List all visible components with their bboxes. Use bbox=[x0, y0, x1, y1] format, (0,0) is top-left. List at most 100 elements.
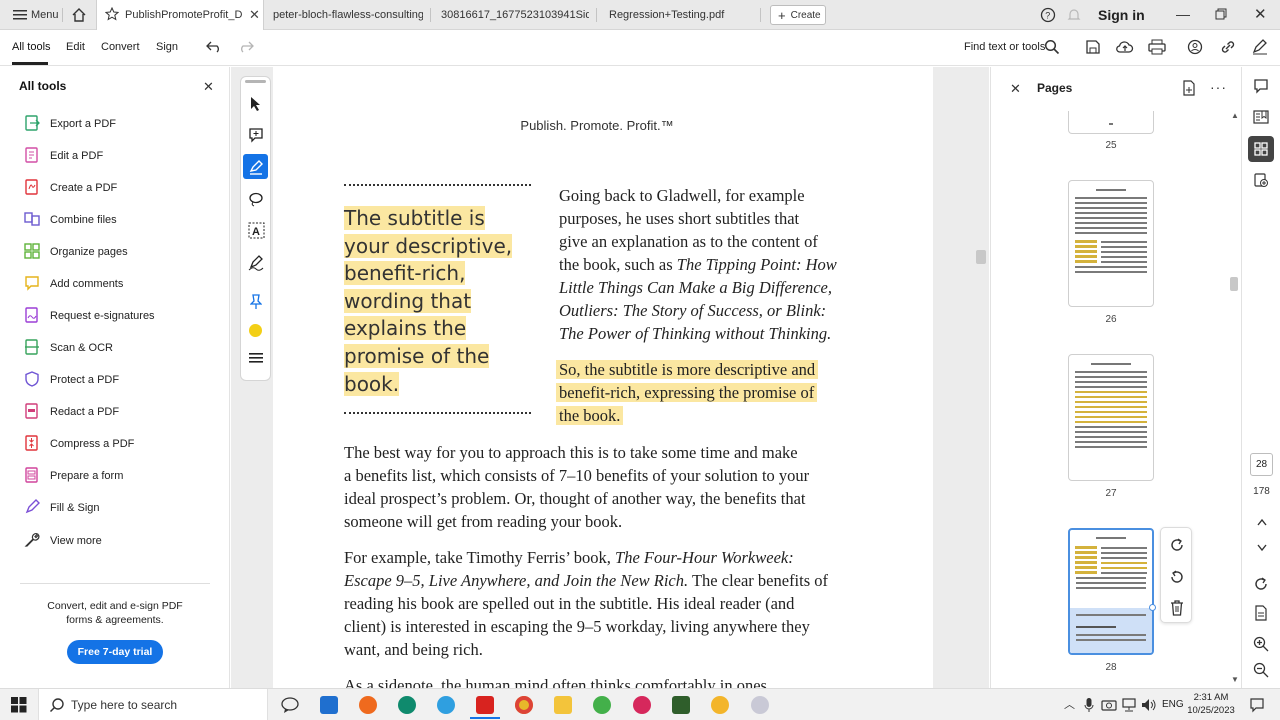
page-thumbnail-27[interactable] bbox=[1068, 354, 1154, 481]
show-hidden-icons-icon[interactable]: ︿ bbox=[1064, 696, 1075, 712]
scroll-down-arrow-icon[interactable]: ▼ bbox=[1231, 675, 1239, 684]
drag-handle[interactable] bbox=[245, 80, 266, 83]
menu-all-tools[interactable]: All tools bbox=[12, 41, 51, 53]
help-icon[interactable]: ? bbox=[1040, 7, 1056, 26]
close-pages-panel-icon[interactable]: ✕ bbox=[1010, 81, 1021, 97]
tab-document-active[interactable]: PublishPromoteProfit_D... ✕ bbox=[96, 0, 264, 30]
cortana-chat-icon[interactable] bbox=[281, 696, 299, 717]
tool-add-comments[interactable]: Add comments bbox=[24, 275, 123, 293]
refresh-icon[interactable] bbox=[1253, 576, 1269, 595]
tool-request-esignatures[interactable]: Request e-signatures bbox=[24, 306, 155, 325]
minimize-icon[interactable]: — bbox=[1176, 6, 1190, 22]
pages-panel-active[interactable] bbox=[1248, 136, 1274, 162]
tool-prepare-form[interactable]: Prepare a form bbox=[24, 466, 123, 485]
tool-edit-pdf[interactable]: Edit a PDF bbox=[24, 146, 103, 165]
clock[interactable]: 2:31 AM 10/25/2023 bbox=[1186, 691, 1236, 717]
menu-label[interactable]: Menu bbox=[31, 9, 59, 21]
page-thumbnail-26[interactable] bbox=[1068, 180, 1154, 307]
page-thumbnail-28-selected[interactable] bbox=[1068, 528, 1154, 655]
undo-icon[interactable] bbox=[206, 40, 222, 57]
home-icon[interactable] bbox=[70, 6, 88, 27]
network-icon[interactable] bbox=[1121, 698, 1137, 715]
maximize-icon[interactable] bbox=[1214, 7, 1228, 24]
view-more-link[interactable]: View more bbox=[24, 532, 102, 550]
bookmarks-icon[interactable] bbox=[1253, 109, 1269, 128]
more-tools-icon[interactable] bbox=[249, 352, 263, 367]
add-comment-icon[interactable] bbox=[248, 127, 264, 146]
tool-redact-pdf[interactable]: Redact a PDF bbox=[24, 402, 119, 421]
tool-create-pdf[interactable]: Create a PDF bbox=[24, 178, 117, 197]
store-app-icon[interactable] bbox=[320, 696, 338, 714]
close-panel-icon[interactable]: ✕ bbox=[203, 79, 214, 95]
page-thumbnail-25[interactable] bbox=[1068, 111, 1154, 134]
share-user-icon[interactable] bbox=[1187, 39, 1205, 58]
microphone-icon[interactable] bbox=[1084, 697, 1094, 716]
sign-pen-icon[interactable] bbox=[1251, 39, 1269, 58]
chat-app-icon[interactable] bbox=[593, 696, 611, 714]
notifications-icon[interactable] bbox=[1249, 697, 1265, 716]
tool-fill-sign[interactable]: Fill & Sign bbox=[24, 498, 100, 517]
more-options-icon[interactable]: ··· bbox=[1210, 79, 1227, 95]
chrome-app-icon[interactable] bbox=[515, 696, 533, 714]
firefox-app-icon[interactable] bbox=[359, 696, 377, 714]
link-icon[interactable] bbox=[1219, 39, 1237, 58]
cloud-upload-icon[interactable] bbox=[1116, 39, 1134, 58]
tool-protect-pdf[interactable]: Protect a PDF bbox=[24, 370, 119, 389]
menu-edit[interactable]: Edit bbox=[66, 41, 85, 53]
browser-alt-app-icon[interactable] bbox=[711, 696, 729, 714]
rotate-counterclockwise-icon[interactable] bbox=[1169, 569, 1185, 588]
close-window-icon[interactable]: ✕ bbox=[1254, 5, 1267, 23]
hamburger-icon[interactable] bbox=[12, 8, 28, 25]
pin-icon[interactable] bbox=[249, 294, 263, 313]
sign-in-link[interactable]: Sign in bbox=[1098, 7, 1145, 23]
page-options-icon[interactable] bbox=[1182, 80, 1196, 99]
next-page-icon[interactable] bbox=[1256, 542, 1268, 556]
terminal-app-icon[interactable] bbox=[672, 696, 690, 714]
acrobat-app-icon[interactable] bbox=[476, 696, 494, 714]
text-box-icon[interactable]: A bbox=[248, 222, 265, 242]
tool-export-pdf[interactable]: Export a PDF bbox=[24, 114, 116, 133]
select-cursor-icon[interactable] bbox=[249, 96, 263, 115]
attachments-icon[interactable] bbox=[1253, 172, 1269, 191]
taskbar-search-box[interactable]: Type here to search bbox=[38, 689, 268, 720]
tool-combine-files[interactable]: Combine files bbox=[24, 211, 117, 229]
free-trial-button[interactable]: Free 7-day trial bbox=[67, 640, 163, 664]
pages-scrollbar-thumb[interactable] bbox=[1230, 277, 1238, 291]
menu-convert[interactable]: Convert bbox=[101, 41, 140, 53]
scroll-up-arrow-icon[interactable]: ▲ bbox=[1231, 111, 1239, 120]
page-fit-icon[interactable] bbox=[1253, 605, 1269, 624]
tab-document-2[interactable]: peter-bloch-flawless-consulting... bbox=[273, 0, 423, 30]
current-page-input[interactable]: 28 bbox=[1250, 453, 1273, 476]
document-scrollbar-thumb[interactable] bbox=[976, 250, 986, 264]
zoom-out-icon[interactable] bbox=[1253, 662, 1269, 681]
rotate-clockwise-icon[interactable] bbox=[1169, 537, 1185, 556]
video-app-icon[interactable] bbox=[633, 696, 651, 714]
tab-document-4[interactable]: Regression+Testing.pdf bbox=[609, 0, 749, 30]
comments-icon[interactable] bbox=[1253, 78, 1269, 97]
color-picker-icon[interactable] bbox=[249, 324, 262, 337]
create-tab-button[interactable]: + Create bbox=[770, 5, 826, 25]
page-resize-handle[interactable] bbox=[1149, 604, 1156, 611]
volume-icon[interactable] bbox=[1141, 698, 1157, 715]
delete-page-icon[interactable] bbox=[1169, 600, 1185, 619]
tab-document-3[interactable]: 30816617_1677523103941Side-H... bbox=[441, 0, 589, 30]
save-icon[interactable] bbox=[1085, 39, 1101, 58]
snip-app-icon[interactable] bbox=[751, 696, 769, 714]
browser-app-icon[interactable] bbox=[437, 696, 455, 714]
find-text-tools[interactable]: Find text or tools bbox=[964, 41, 1045, 53]
file-explorer-icon[interactable] bbox=[554, 696, 572, 714]
edge-app-icon[interactable] bbox=[398, 696, 416, 714]
menu-sign[interactable]: Sign bbox=[156, 41, 178, 53]
highlight-tool-active[interactable] bbox=[243, 154, 268, 179]
windows-start-icon[interactable] bbox=[11, 697, 27, 716]
draw-lasso-icon[interactable] bbox=[248, 191, 264, 210]
tool-organize-pages[interactable]: Organize pages bbox=[24, 242, 128, 261]
sign-tool-icon[interactable] bbox=[248, 255, 265, 274]
language-indicator[interactable]: ENG bbox=[1162, 699, 1184, 710]
bell-icon[interactable] bbox=[1066, 7, 1082, 26]
print-icon[interactable] bbox=[1148, 39, 1166, 58]
zoom-in-icon[interactable] bbox=[1253, 636, 1269, 655]
search-icon[interactable] bbox=[1044, 39, 1060, 58]
camera-icon[interactable] bbox=[1101, 698, 1117, 715]
tool-scan-ocr[interactable]: Scan & OCR bbox=[24, 338, 113, 357]
